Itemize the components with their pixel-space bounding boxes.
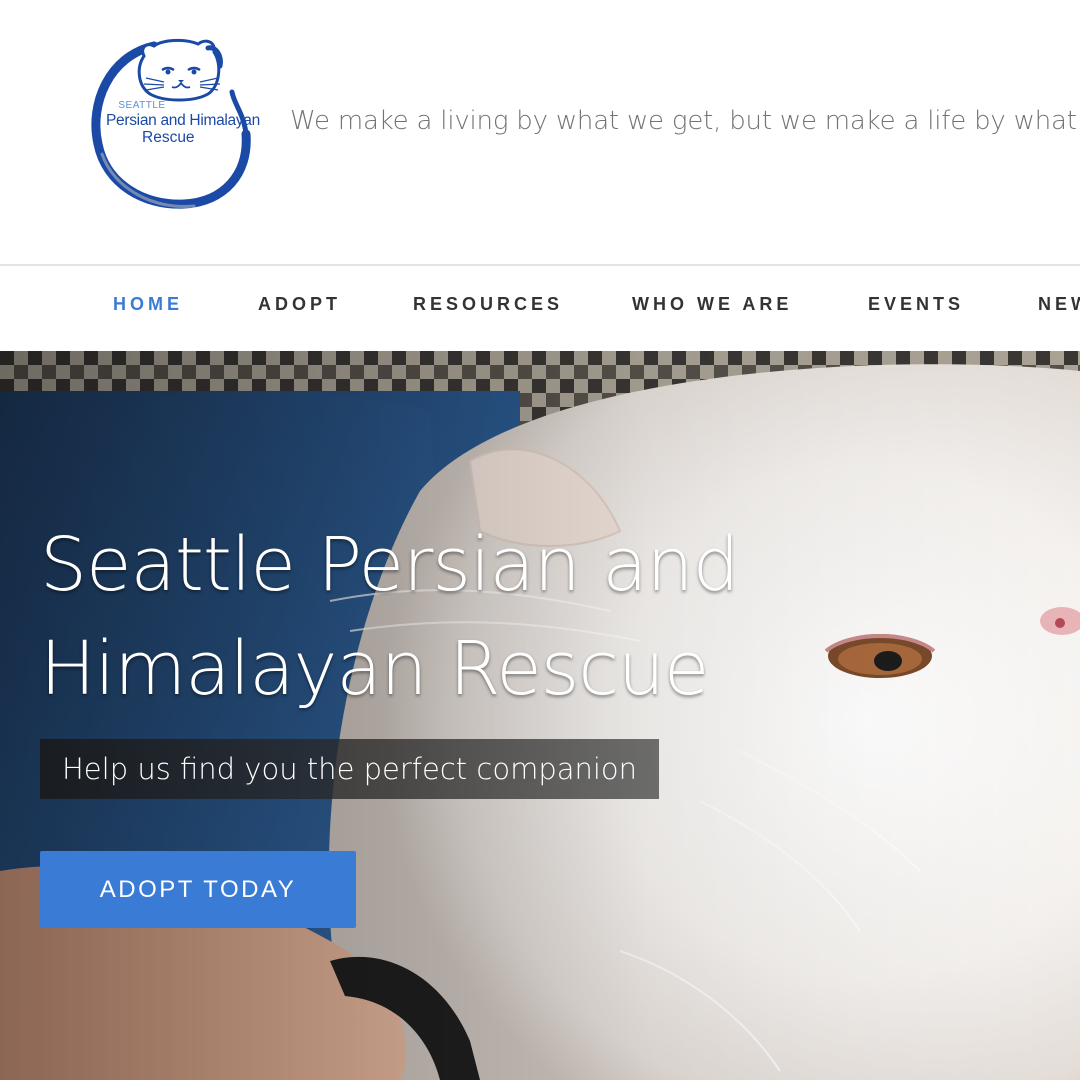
hero-subtitle: Help us find you the perfect companion — [40, 739, 660, 799]
hero-title-line1: Seattle Persian and — [40, 522, 740, 608]
logo-line2-text: Rescue — [142, 129, 195, 146]
header-tagline: We make a living by what we get, but we … — [290, 106, 1080, 136]
hero-banner: Seattle Persian and Himalayan Rescue Hel… — [0, 351, 1080, 1080]
nav-item-events[interactable]: EVENTS — [868, 294, 964, 315]
nav-item-resources[interactable]: RESOURCES — [413, 294, 563, 315]
hero-title: Seattle Persian and Himalayan Rescue — [40, 513, 860, 721]
site-logo[interactable]: SEATTLE Persian and Himalayan Rescue — [84, 34, 260, 212]
logo-seattle-text: SEATTLE — [118, 100, 166, 111]
nav-item-news[interactable]: NEWS — [1038, 294, 1080, 315]
nav-item-home[interactable]: HOME — [113, 294, 183, 315]
adopt-today-button[interactable]: ADOPT TODAY — [40, 851, 356, 928]
site-header: SEATTLE Persian and Himalayan Rescue We … — [0, 0, 1080, 264]
nav-item-who-we-are[interactable]: WHO WE ARE — [632, 294, 792, 315]
nav-item-adopt[interactable]: ADOPT — [258, 294, 341, 315]
main-navigation: HOME ADOPT RESOURCES WHO WE ARE EVENTS N… — [0, 264, 1080, 351]
hero-title-line2: Himalayan Rescue — [40, 626, 709, 712]
logo-line1-text: Persian and Himalayan — [106, 112, 260, 129]
logo-text: SEATTLE Persian and Himalayan Rescue — [84, 34, 260, 212]
